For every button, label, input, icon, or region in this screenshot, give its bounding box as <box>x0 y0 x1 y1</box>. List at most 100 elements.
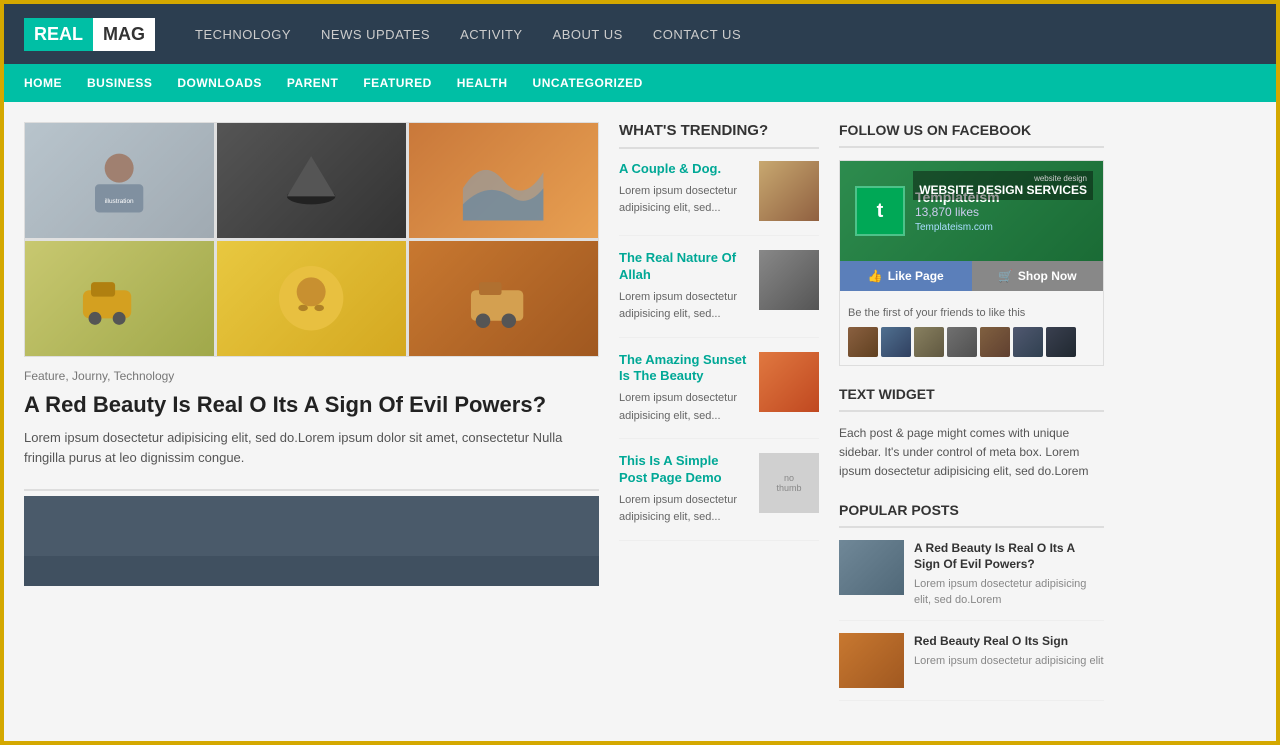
popular-title-1: A Red Beauty Is Real O Its A Sign Of Evi… <box>914 540 1104 574</box>
secondary-nav-parent[interactable]: PARENT <box>287 76 338 90</box>
popular-desc-1: Lorem ipsum dosectetur adipisicing elit,… <box>914 577 1104 608</box>
fb-avatar-5 <box>980 327 1010 357</box>
trending-thumb-img-4: nothumb <box>759 453 819 513</box>
grid-image-6 <box>409 241 598 356</box>
grid-image-2 <box>217 123 406 238</box>
secondary-nav: HOME BUSINESS DOWNLOADS PARENT FEATURED … <box>4 64 1276 102</box>
trending-thumb-img-2 <box>759 250 819 310</box>
article-excerpt: Lorem ipsum dosectetur adipisicing elit,… <box>24 428 599 470</box>
grid-image-1: illustration <box>25 123 214 238</box>
svg-text:illustration: illustration <box>105 198 134 205</box>
trending-thumb-img-1 <box>759 161 819 221</box>
nav-technology[interactable]: TECHNOLOGY <box>195 27 291 42</box>
text-widget: TEXT WIDGET Each post & page might comes… <box>839 386 1104 482</box>
trending-thumb-img-3 <box>759 352 819 412</box>
trending-item-4: This Is A Simple Post Page Demo Lorem ip… <box>619 453 819 541</box>
popular-post-1: A Red Beauty Is Real O Its A Sign Of Evi… <box>839 540 1104 621</box>
content-wrapper: illustration <box>4 102 1276 741</box>
trending-item-1: A Couple & Dog. Lorem ipsum dosectetur a… <box>619 161 819 236</box>
trending-link-4[interactable]: This Is A Simple Post Page Demo <box>619 453 749 487</box>
text-widget-title: TEXT WIDGET <box>839 386 1104 412</box>
trending-link-2[interactable]: The Real Nature Of Allah <box>619 250 749 284</box>
trending-text-4: This Is A Simple Post Page Demo Lorem ip… <box>619 453 749 526</box>
right-sidebar: FOLLOW US ON FACEBOOK t Templateism 13,8… <box>839 122 1104 721</box>
secondary-nav-uncategorized[interactable]: UNCATEGORIZED <box>533 76 643 90</box>
trending-sidebar: WHAT'S TRENDING? A Couple & Dog. Lorem i… <box>619 122 819 721</box>
article-title: A Red Beauty Is Real O Its A Sign Of Evi… <box>24 391 599 420</box>
popular-info-2: Red Beauty Real O Its Sign Lorem ipsum d… <box>914 633 1104 688</box>
popular-posts-widget: POPULAR POSTS A Red Beauty Is Real O Its… <box>839 502 1104 701</box>
fb-avatar-3 <box>914 327 944 357</box>
grid-image-4 <box>25 241 214 356</box>
secondary-nav-downloads[interactable]: DOWNLOADS <box>177 76 262 90</box>
facebook-design-title: WEBSITE DESIGN SERVICES <box>919 183 1087 197</box>
facebook-widget-title: FOLLOW US ON FACEBOOK <box>839 122 1104 148</box>
popular-posts-title: POPULAR POSTS <box>839 502 1104 528</box>
nav-activity[interactable]: ACTIVITY <box>460 27 523 42</box>
grid-image-3 <box>409 123 598 238</box>
facebook-like-label: Like Page <box>888 269 944 283</box>
secondary-nav-featured[interactable]: FEATURED <box>363 76 431 90</box>
trending-text-3: The Amazing Sunset Is The Beauty Lorem i… <box>619 352 749 425</box>
facebook-widget: FOLLOW US ON FACEBOOK t Templateism 13,8… <box>839 122 1104 366</box>
popular-title-2: Red Beauty Real O Its Sign <box>914 633 1104 650</box>
nav-news-updates[interactable]: NEWS UPDATES <box>321 27 430 42</box>
second-article-image <box>24 496 599 586</box>
facebook-like-icon: 👍 <box>868 269 883 283</box>
logo-mag: MAG <box>93 18 155 51</box>
popular-thumb-2 <box>839 633 904 688</box>
nav-about-us[interactable]: ABOUT US <box>553 27 623 42</box>
popular-info-1: A Red Beauty Is Real O Its A Sign Of Evi… <box>914 540 1104 608</box>
trending-thumb-4: nothumb <box>759 453 819 513</box>
text-widget-content: Each post & page might comes with unique… <box>839 424 1104 482</box>
fb-avatar-7 <box>1046 327 1076 357</box>
secondary-nav-health[interactable]: HEALTH <box>457 76 508 90</box>
nav-contact-us[interactable]: CONTACT US <box>653 27 741 42</box>
fb-avatar-2 <box>881 327 911 357</box>
fb-avatar-6 <box>1013 327 1043 357</box>
trending-title: WHAT'S TRENDING? <box>619 122 819 149</box>
facebook-design-tagline: website design <box>919 174 1087 183</box>
featured-image-grid: illustration <box>24 122 599 357</box>
facebook-likes: 13,870 likes <box>915 205 1000 219</box>
article-categories: Feature, Journy, Technology <box>24 369 599 383</box>
facebook-design-badge: website design WEBSITE DESIGN SERVICES <box>913 171 1093 200</box>
trending-text-2: The Real Nature Of Allah Lorem ipsum dos… <box>619 250 749 323</box>
second-article <box>24 489 599 586</box>
trending-thumb-2 <box>759 250 819 310</box>
facebook-widget-content: t Templateism 13,870 likes Templateism.c… <box>839 160 1104 366</box>
fb-avatar-1 <box>848 327 878 357</box>
trending-link-3[interactable]: The Amazing Sunset Is The Beauty <box>619 352 749 386</box>
main-nav: TECHNOLOGY NEWS UPDATES ACTIVITY ABOUT U… <box>195 27 741 42</box>
facebook-logo-icon: t <box>855 186 905 236</box>
site-logo[interactable]: REAL MAG <box>24 18 155 51</box>
popular-desc-2: Lorem ipsum dosectetur adipisicing elit <box>914 654 1104 669</box>
fb-avatar-4 <box>947 327 977 357</box>
facebook-friends-text: Be the first of your friends to like thi… <box>848 307 1095 319</box>
popular-post-2: Red Beauty Real O Its Sign Lorem ipsum d… <box>839 633 1104 701</box>
main-content: illustration <box>24 122 599 721</box>
facebook-avatars <box>848 327 1095 357</box>
secondary-nav-business[interactable]: BUSINESS <box>87 76 152 90</box>
trending-desc-4: Lorem ipsum dosectetur adipisicing elit,… <box>619 494 737 523</box>
trending-item-3: The Amazing Sunset Is The Beauty Lorem i… <box>619 352 819 440</box>
trending-desc-1: Lorem ipsum dosectetur adipisicing elit,… <box>619 185 737 214</box>
trending-link-1[interactable]: A Couple & Dog. <box>619 161 749 178</box>
popular-thumb-1 <box>839 540 904 595</box>
facebook-banner: t Templateism 13,870 likes Templateism.c… <box>840 161 1103 261</box>
facebook-like-button[interactable]: 👍 Like Page <box>840 261 972 291</box>
facebook-shop-button[interactable]: 🛒 Shop Now <box>972 261 1104 291</box>
trending-thumb-3 <box>759 352 819 412</box>
grid-image-5 <box>217 241 406 356</box>
trending-item-2: The Real Nature Of Allah Lorem ipsum dos… <box>619 250 819 338</box>
facebook-shop-label: Shop Now <box>1018 269 1077 283</box>
trending-thumb-1 <box>759 161 819 221</box>
facebook-shop-icon: 🛒 <box>998 269 1013 283</box>
trending-text-1: A Couple & Dog. Lorem ipsum dosectetur a… <box>619 161 749 221</box>
trending-desc-2: Lorem ipsum dosectetur adipisicing elit,… <box>619 291 737 320</box>
popular-thumb-img-1 <box>839 540 904 595</box>
logo-real: REAL <box>24 18 93 51</box>
facebook-tagline: Templateism.com <box>915 222 1000 233</box>
site-header: REAL MAG TECHNOLOGY NEWS UPDATES ACTIVIT… <box>4 4 1276 64</box>
secondary-nav-home[interactable]: HOME <box>24 76 62 90</box>
